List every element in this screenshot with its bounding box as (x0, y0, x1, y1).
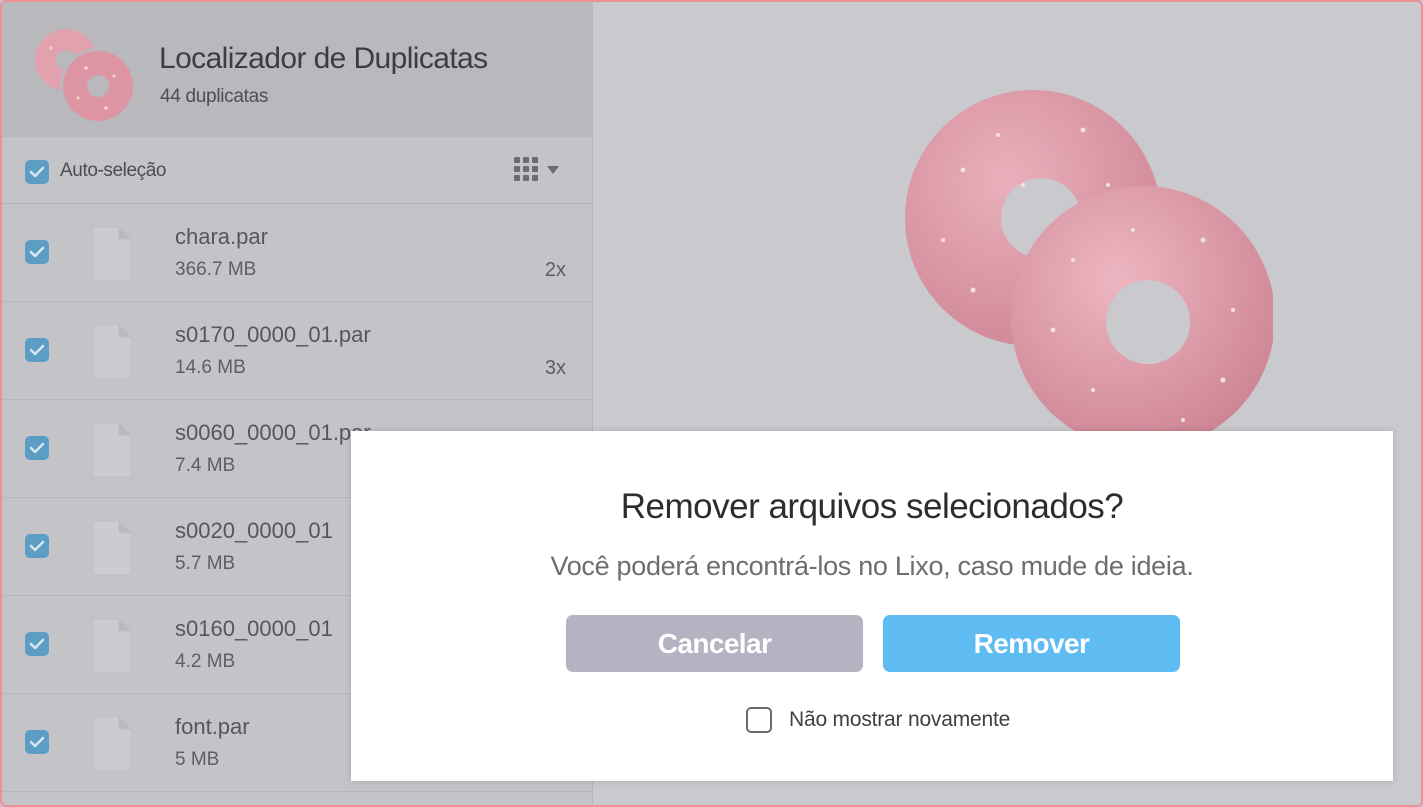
file-name: s0060_0000_01.par (175, 420, 371, 445)
cancel-button[interactable]: Cancelar (566, 615, 863, 672)
checkmark-icon (29, 736, 45, 748)
duplicate-count: 2x (544, 259, 566, 281)
checkmark-icon (29, 166, 45, 178)
checkmark-icon (29, 638, 45, 650)
file-checkbox[interactable] (25, 240, 49, 264)
file-checkbox[interactable] (25, 632, 49, 656)
dialog-message: Você poderá encontrá-los no Lixo, caso m… (550, 551, 1194, 581)
duplicate-count: 3x (544, 357, 566, 379)
duplicates-count: 44 duplicatas (160, 86, 269, 107)
grid-view-icon (514, 157, 538, 181)
file-name: chara.par (175, 224, 268, 249)
remove-confirm-dialog: Remover arquivos selecionados? Você pode… (351, 431, 1393, 781)
file-name: font.par (175, 714, 250, 739)
sidebar-header: Localizador de Duplicatas 44 duplicatas (2, 2, 592, 137)
file-size: 14.6 MB (175, 357, 246, 378)
checkmark-icon (29, 246, 45, 258)
checkmark-icon (29, 540, 45, 552)
file-icon (92, 226, 132, 282)
dont-show-again-label: Não mostrar novamente (789, 708, 1011, 731)
file-icon (92, 422, 132, 478)
checkmark-icon (29, 442, 45, 454)
file-name: s0170_0000_01.par (175, 322, 371, 347)
dont-show-again-option[interactable]: Não mostrar novamente (746, 705, 1010, 735)
file-checkbox[interactable] (25, 338, 49, 362)
file-row[interactable]: s0170_0000_01.par 14.6 MB 3x (2, 302, 592, 400)
remove-button[interactable]: Remover (883, 615, 1180, 672)
view-mode-button[interactable] (512, 155, 560, 185)
dialog-title: Remover arquivos selecionados? (620, 487, 1124, 526)
auto-select-checkbox[interactable] (25, 160, 49, 184)
file-size: 7.4 MB (175, 455, 236, 476)
file-icon (92, 324, 132, 380)
file-icon (92, 618, 132, 674)
file-checkbox[interactable] (25, 436, 49, 460)
app-title: Localizador de Duplicatas (159, 42, 488, 75)
file-checkbox[interactable] (25, 730, 49, 754)
file-size: 5 MB (175, 749, 220, 770)
file-row[interactable]: chara.par 366.7 MB 2x (2, 204, 592, 302)
file-size: 4.2 MB (175, 651, 236, 672)
auto-select-label: Auto-seleção (60, 160, 167, 181)
chevron-down-icon (547, 166, 559, 174)
sidebar-toolbar: Auto-seleção (2, 137, 592, 204)
donuts-illustration (905, 90, 1273, 450)
checkmark-icon (29, 344, 45, 356)
file-name: s0020_0000_01 (175, 518, 333, 543)
dont-show-again-checkbox[interactable] (746, 707, 772, 733)
file-checkbox[interactable] (25, 534, 49, 558)
file-name: s0160_0000_01 (175, 616, 333, 641)
file-icon (92, 520, 132, 576)
file-icon (92, 716, 132, 772)
file-size: 5.7 MB (175, 553, 236, 574)
donuts-icon (35, 29, 136, 124)
file-size: 366.7 MB (175, 259, 257, 280)
